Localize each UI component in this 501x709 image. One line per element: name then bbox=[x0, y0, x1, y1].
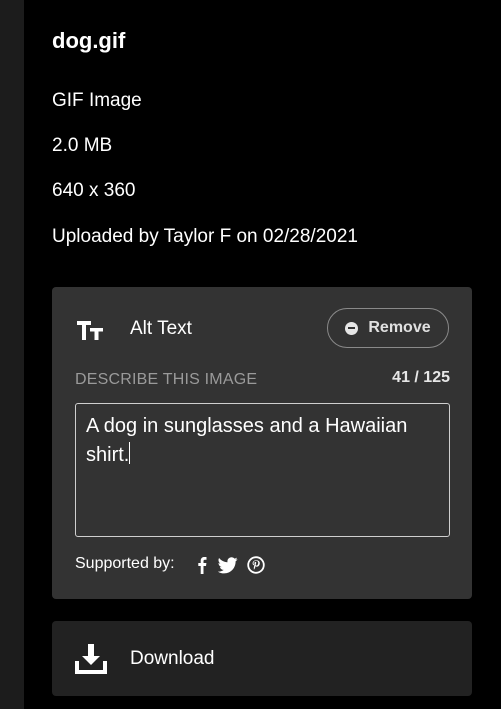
pinterest-icon bbox=[247, 555, 265, 575]
file-details-panel: dog.gif GIF Image 2.0 MB 640 x 360 Uploa… bbox=[24, 0, 501, 709]
minus-circle-icon bbox=[345, 321, 359, 335]
download-icon bbox=[75, 644, 107, 674]
character-count: 41 / 125 bbox=[392, 369, 450, 386]
alt-text-card: Alt Text Remove DESCRIBE THIS IMAGE 41 /… bbox=[52, 287, 472, 599]
alt-text-value: A dog in sunglasses and a Hawaiian shirt… bbox=[86, 415, 413, 466]
alt-text-input[interactable]: A dog in sunglasses and a Hawaiian shirt… bbox=[75, 403, 450, 537]
supported-by-label: Supported by: bbox=[75, 555, 175, 572]
twitter-icon bbox=[218, 555, 238, 575]
file-name: dog.gif bbox=[52, 28, 126, 53]
facebook-icon bbox=[197, 555, 207, 575]
text-caret bbox=[129, 442, 131, 464]
upload-info: Uploaded by Taylor F on 02/28/2021 bbox=[52, 226, 358, 247]
file-type: GIF Image bbox=[52, 90, 142, 111]
file-dimensions: 640 x 360 bbox=[52, 180, 136, 201]
describe-image-label: DESCRIBE THIS IMAGE bbox=[75, 371, 258, 388]
text-size-icon bbox=[77, 321, 103, 340]
remove-alt-text-button[interactable]: Remove bbox=[327, 308, 449, 348]
download-label: Download bbox=[130, 648, 215, 669]
alt-text-title: Alt Text bbox=[130, 318, 192, 339]
left-sidebar-strip bbox=[0, 0, 24, 709]
download-button[interactable]: Download bbox=[52, 621, 472, 696]
remove-button-label: Remove bbox=[368, 319, 431, 336]
file-size: 2.0 MB bbox=[52, 135, 113, 156]
